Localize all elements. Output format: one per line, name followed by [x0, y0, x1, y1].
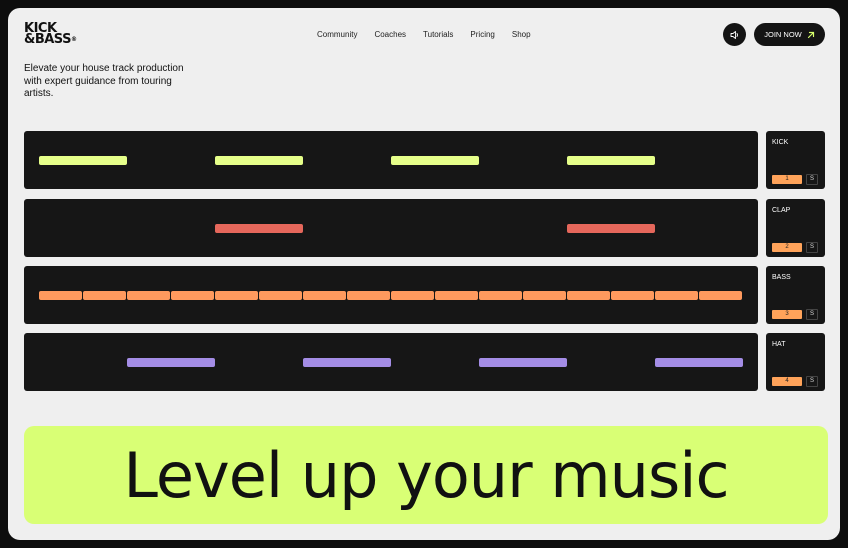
track-lane-clap[interactable] [24, 199, 758, 257]
step-block[interactable] [215, 156, 303, 165]
step-block[interactable] [347, 291, 390, 300]
brand-line-2: &BASS [24, 32, 71, 47]
step-block[interactable] [611, 291, 654, 300]
step-block[interactable] [303, 358, 391, 367]
track-control-kick: KICK 1 S [766, 131, 825, 189]
track-name: CLAP [772, 207, 791, 214]
speaker-icon [730, 30, 738, 39]
step-block[interactable] [83, 291, 126, 300]
step-block[interactable] [523, 291, 566, 300]
step-block[interactable] [39, 156, 127, 165]
join-now-label: JOIN NOW [764, 30, 802, 39]
step-block[interactable] [39, 291, 82, 300]
step-block[interactable] [567, 224, 655, 233]
hero-tagline: Elevate your house track production with… [24, 63, 184, 99]
arrow-up-right-icon [807, 31, 814, 38]
nav-coaches[interactable]: Coaches [374, 30, 406, 39]
track-number-button[interactable]: 3 [772, 310, 802, 319]
step-block[interactable] [215, 291, 258, 300]
nav-pricing[interactable]: Pricing [470, 30, 494, 39]
track-control-clap: CLAP 2 S [766, 199, 825, 257]
main-nav: Community Coaches Tutorials Pricing Shop [317, 30, 548, 39]
track-name: BASS [772, 274, 791, 281]
nav-community[interactable]: Community [317, 30, 357, 39]
step-block[interactable] [479, 291, 522, 300]
track-number-button[interactable]: 2 [772, 243, 802, 252]
join-now-button[interactable]: JOIN NOW [754, 23, 825, 46]
app-frame: KICK &BASS® Community Coaches Tutorials … [8, 8, 840, 540]
sound-toggle-button[interactable] [723, 23, 746, 46]
step-block[interactable] [391, 156, 479, 165]
step-block[interactable] [259, 291, 302, 300]
nav-tutorials[interactable]: Tutorials [423, 30, 453, 39]
nav-shop[interactable]: Shop [512, 30, 531, 39]
track-name: KICK [772, 139, 789, 146]
track-control-bass: BASS 3 S [766, 266, 825, 324]
cta-banner[interactable]: Level up your music [24, 426, 828, 524]
track-lane-kick[interactable] [24, 131, 758, 189]
step-block[interactable] [567, 291, 610, 300]
step-block[interactable] [479, 358, 567, 367]
registered-mark: ® [70, 36, 77, 43]
track-control-hat: HAT 4 S [766, 333, 825, 391]
cta-heading: Level up your music [123, 438, 729, 512]
step-block[interactable] [391, 291, 434, 300]
track-lane-hat[interactable] [24, 333, 758, 391]
step-block[interactable] [655, 358, 743, 367]
track-lane-bass[interactable] [24, 266, 758, 324]
step-block[interactable] [435, 291, 478, 300]
brand-logo[interactable]: KICK &BASS® [24, 22, 77, 47]
solo-button[interactable]: S [806, 242, 818, 253]
step-block[interactable] [127, 358, 215, 367]
step-block[interactable] [171, 291, 214, 300]
step-block[interactable] [567, 156, 655, 165]
step-block[interactable] [215, 224, 303, 233]
solo-button[interactable]: S [806, 174, 818, 185]
step-block[interactable] [655, 291, 698, 300]
track-number-button[interactable]: 4 [772, 377, 802, 386]
step-block[interactable] [303, 291, 346, 300]
step-block[interactable] [127, 291, 170, 300]
solo-button[interactable]: S [806, 309, 818, 320]
step-block[interactable] [699, 291, 742, 300]
solo-button[interactable]: S [806, 376, 818, 387]
track-number-button[interactable]: 1 [772, 175, 802, 184]
track-name: HAT [772, 341, 786, 348]
